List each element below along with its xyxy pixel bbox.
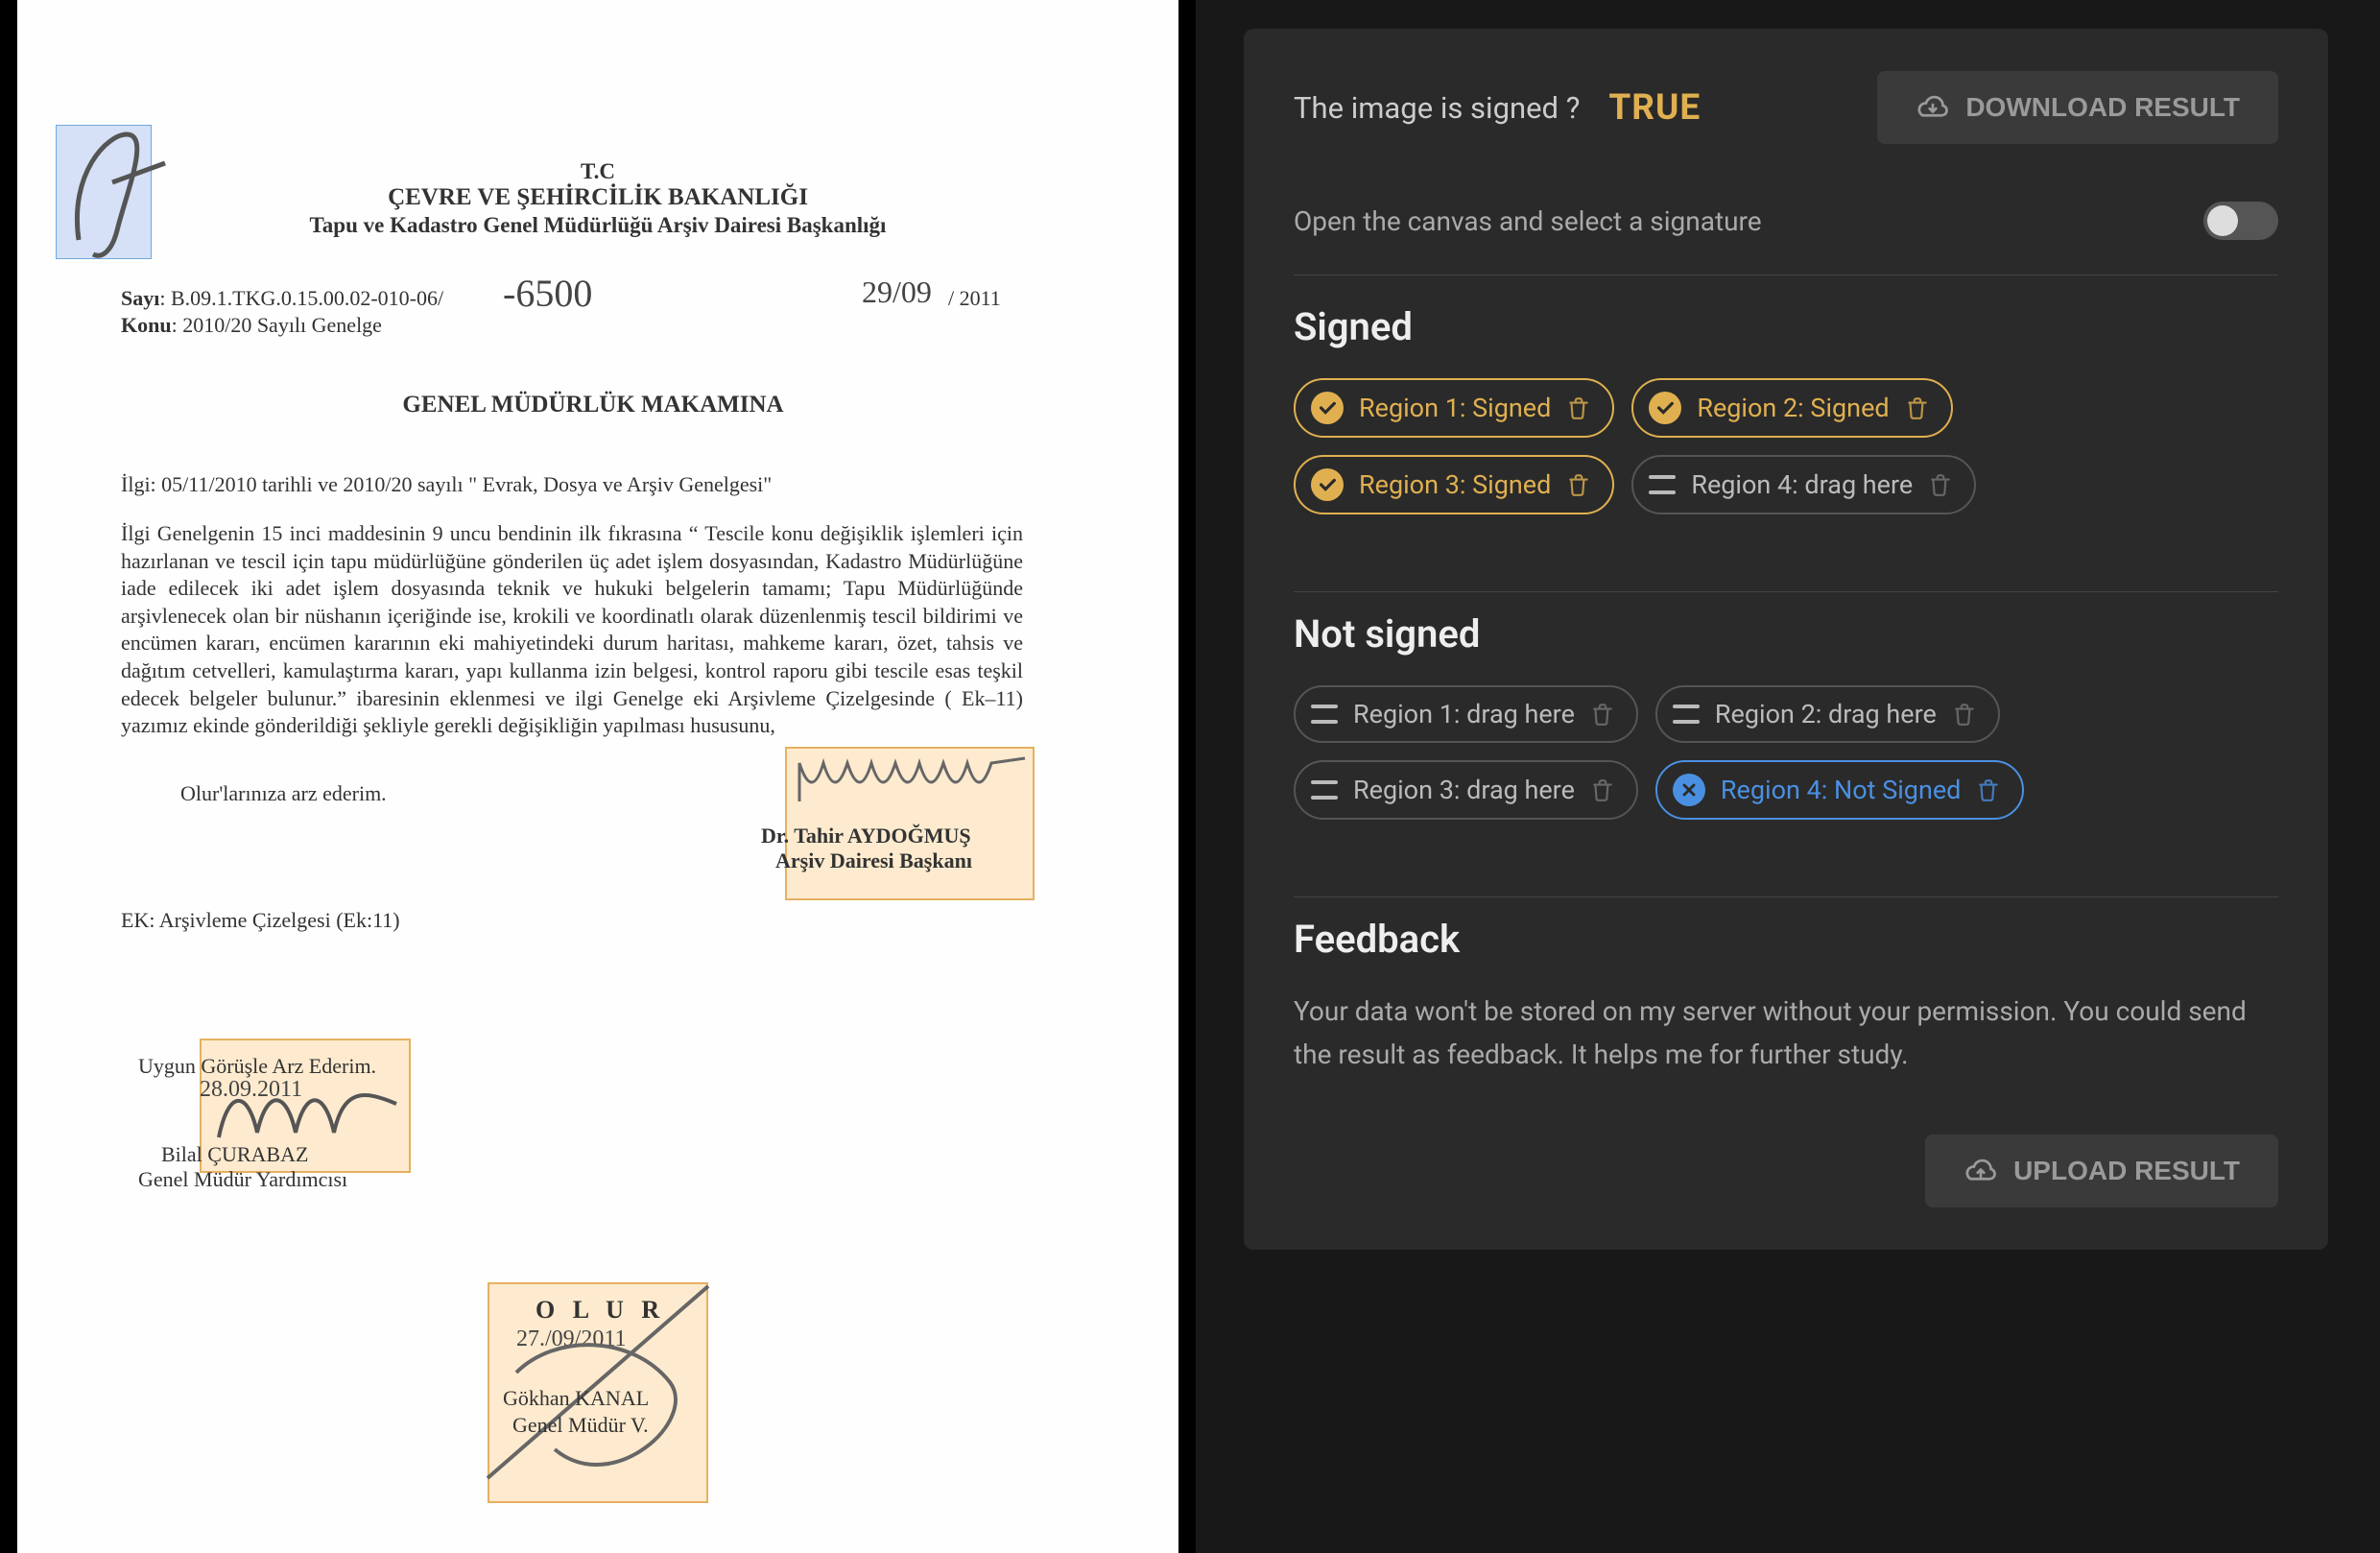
trash-icon[interactable]: [1566, 470, 1591, 499]
chip-label: Region 4: drag here: [1691, 469, 1913, 500]
region-chip[interactable]: Region 4: drag here: [1631, 455, 1976, 514]
status-question: The image is signed ?: [1294, 90, 1580, 126]
document-page[interactable]: T.C ÇEVRE VE ŞEHİRCİLİK BAKANLIĞI Tapu v…: [17, 0, 1178, 1553]
upload-result-button[interactable]: UPLOAD RESULT: [1925, 1135, 2278, 1207]
chip-label: Region 3: Signed: [1359, 469, 1551, 500]
sig3-title: Genel Müdür V.: [512, 1413, 649, 1438]
region-chip[interactable]: Region 2: drag here: [1655, 685, 2000, 743]
doc-body: İlgi Genelgenin 15 inci maddesinin 9 unc…: [121, 520, 1023, 740]
trash-icon[interactable]: [1928, 470, 1953, 499]
chip-label: Region 3: drag here: [1353, 775, 1575, 805]
signature-2: [209, 1075, 411, 1152]
sig1-name: Dr. Tahir AYDOĞMUŞ: [761, 824, 971, 848]
control-panel: The image is signed ? TRUE DOWNLOAD RESU…: [1196, 0, 2380, 1553]
canvas-toggle-label: Open the canvas and select a signature: [1294, 205, 1762, 237]
sig3-name: Gökhan KANAL: [503, 1386, 649, 1411]
check-icon: [1311, 468, 1344, 501]
doc-header-ministry: ÇEVRE VE ŞEHİRCİLİK BAKANLIĞI: [17, 184, 1178, 211]
doc-sayi: Sayı: B.09.1.TKG.0.15.00.02-010-06/: [121, 286, 443, 311]
feedback-title: Feedback: [1294, 917, 2278, 962]
upload-label: UPLOAD RESULT: [2013, 1156, 2240, 1186]
download-result-button[interactable]: DOWNLOAD RESULT: [1877, 71, 2278, 144]
doc-date-printed: / 2011: [948, 286, 1001, 311]
check-icon: [1311, 392, 1344, 424]
trash-icon[interactable]: [1590, 776, 1615, 804]
trash-icon[interactable]: [1566, 394, 1591, 422]
cloud-upload-icon: [1964, 1158, 1998, 1184]
cross-icon: [1673, 774, 1705, 806]
canvas-toggle[interactable]: [2203, 202, 2278, 240]
drag-handle-icon[interactable]: [1311, 705, 1338, 724]
sig1-title: Arşiv Dairesi Başkanı: [775, 848, 972, 873]
chip-label: Region 1: Signed: [1359, 393, 1551, 423]
status-row: The image is signed ? TRUE DOWNLOAD RESU…: [1294, 71, 2278, 144]
sig2-title: Genel Müdür Yardımcısı: [138, 1167, 347, 1192]
trash-icon[interactable]: [1905, 394, 1930, 422]
signed-chip-row: Region 1: Signed Region 2: Signed Region 3…: [1294, 378, 2278, 514]
sig2-name: Bilal ÇURABAZ: [161, 1142, 308, 1167]
chip-label: Region 2: drag here: [1715, 699, 1937, 729]
drag-handle-icon[interactable]: [1649, 475, 1676, 494]
region-chip[interactable]: Region 4: Not Signed: [1655, 760, 2025, 820]
doc-closing: Olur'larınıza arz ederim.: [180, 781, 387, 806]
doc-ek: EK: Arşivleme Çizelgesi (Ek:11): [121, 908, 400, 933]
not-signed-chip-row: Region 1: drag here Region 2: drag here Re…: [1294, 685, 2278, 820]
check-icon: [1649, 392, 1681, 424]
document-viewer: T.C ÇEVRE VE ŞEHİRCİLİK BAKANLIĞI Tapu v…: [0, 0, 1196, 1553]
chip-label: Region 1: drag here: [1353, 699, 1575, 729]
not-signed-title: Not signed: [1294, 611, 2278, 657]
drag-handle-icon[interactable]: [1673, 705, 1700, 724]
status-value: TRUE: [1608, 87, 1701, 129]
cloud-download-icon: [1916, 94, 1950, 121]
trash-icon[interactable]: [1590, 700, 1615, 729]
drag-handle-icon[interactable]: [1311, 780, 1338, 800]
chip-label: Region 4: Not Signed: [1721, 775, 1962, 805]
region-chip[interactable]: Region 1: Signed: [1294, 378, 1614, 438]
region-chip[interactable]: Region 2: Signed: [1631, 378, 1952, 438]
signature-1: [795, 749, 1035, 816]
doc-sayi-handwritten: -6500: [503, 271, 592, 316]
region-chip[interactable]: Region 1: drag here: [1294, 685, 1638, 743]
chip-label: Region 2: Signed: [1697, 393, 1889, 423]
trash-icon[interactable]: [1952, 700, 1977, 729]
canvas-toggle-row: Open the canvas and select a signature: [1294, 202, 2278, 275]
doc-header-tc: T.C: [17, 159, 1178, 184]
doc-date-handwritten: 29/09: [862, 275, 932, 310]
doc-konu: Konu: 2010/20 Sayılı Genelge: [121, 313, 382, 338]
trash-icon[interactable]: [1976, 776, 2001, 804]
signed-title: Signed: [1294, 304, 2278, 349]
doc-ilgi: İlgi: 05/11/2010 tarihli ve 2010/20 sayı…: [121, 472, 772, 497]
doc-recipient: GENEL MÜDÜRLÜK MAKAMINA: [228, 392, 958, 418]
doc-header-dept: Tapu ve Kadastro Genel Müdürlüğü Arşiv D…: [17, 213, 1178, 238]
region-chip[interactable]: Region 3: drag here: [1294, 760, 1638, 820]
toggle-knob: [2207, 205, 2238, 236]
feedback-body: Your data won't be stored on my server w…: [1294, 991, 2278, 1077]
download-label: DOWNLOAD RESULT: [1965, 92, 2240, 123]
region-chip[interactable]: Region 3: Signed: [1294, 455, 1614, 514]
